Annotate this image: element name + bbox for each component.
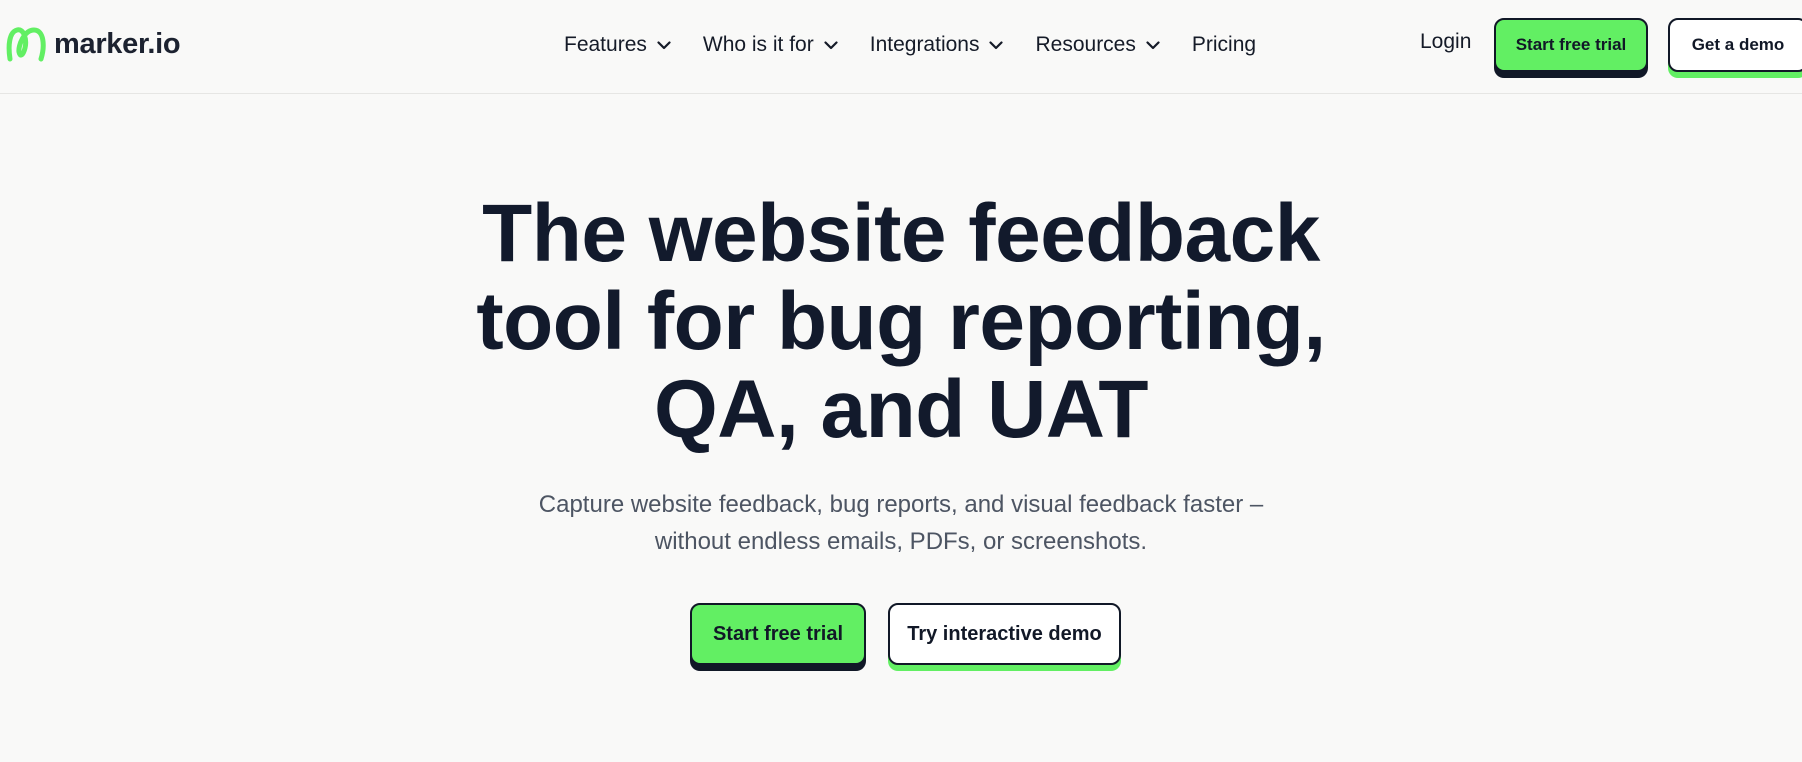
nav-item-pricing[interactable]: Pricing <box>1192 33 1256 57</box>
site-header: marker.io Features Who is it for Integra… <box>0 0 1802 94</box>
logo-link[interactable]: marker.io <box>6 26 181 62</box>
nav-item-label: Resources <box>1035 33 1136 56</box>
hero-subtitle-line: without endless emails, PDFs, or screens… <box>654 528 1148 555</box>
main-nav: Features Who is it for Integrations Reso… <box>564 28 1256 62</box>
landing-page: marker.io Features Who is it for Integra… <box>0 0 1802 762</box>
nav-item-label: Pricing <box>1191 33 1257 56</box>
nav-item-label: Features <box>564 33 647 56</box>
nav-item-integrations[interactable]: Integrations <box>870 33 1004 57</box>
login-link[interactable]: Login <box>1420 30 1471 54</box>
chevron-down-icon <box>824 40 838 49</box>
nav-item-resources[interactable]: Resources <box>1035 33 1160 57</box>
nav-item-who-is-it-for[interactable]: Who is it for <box>703 33 838 57</box>
chevron-down-icon <box>657 40 671 49</box>
chevron-down-icon <box>989 40 1004 49</box>
nav-item-label: Who is it for <box>702 33 814 56</box>
hero-start-trial-button[interactable]: Start free trial <box>690 603 866 665</box>
logo-text: marker.io <box>54 27 181 60</box>
chevron-down-icon <box>1146 40 1160 49</box>
nav-item-label: Integrations <box>869 33 980 56</box>
hero-title-line: QA, and UAT <box>653 364 1149 455</box>
nav-item-features[interactable]: Features <box>564 33 671 57</box>
hero-title-line: The website feedback <box>482 188 1320 279</box>
hero-title: The website feedback tool for bug report… <box>401 190 1401 454</box>
hero-title-line: tool for bug reporting, <box>476 276 1326 367</box>
hero-interactive-demo-button[interactable]: Try interactive demo <box>888 603 1121 665</box>
header-get-demo-button[interactable]: Get a demo <box>1668 18 1802 72</box>
marker-io-logo-icon <box>6 27 46 62</box>
header-start-trial-button[interactable]: Start free trial <box>1494 18 1648 72</box>
hero-subtitle: Capture website feedback, bug reports, a… <box>451 486 1351 560</box>
hero-subtitle-line: Capture website feedback, bug reports, a… <box>538 491 1264 518</box>
